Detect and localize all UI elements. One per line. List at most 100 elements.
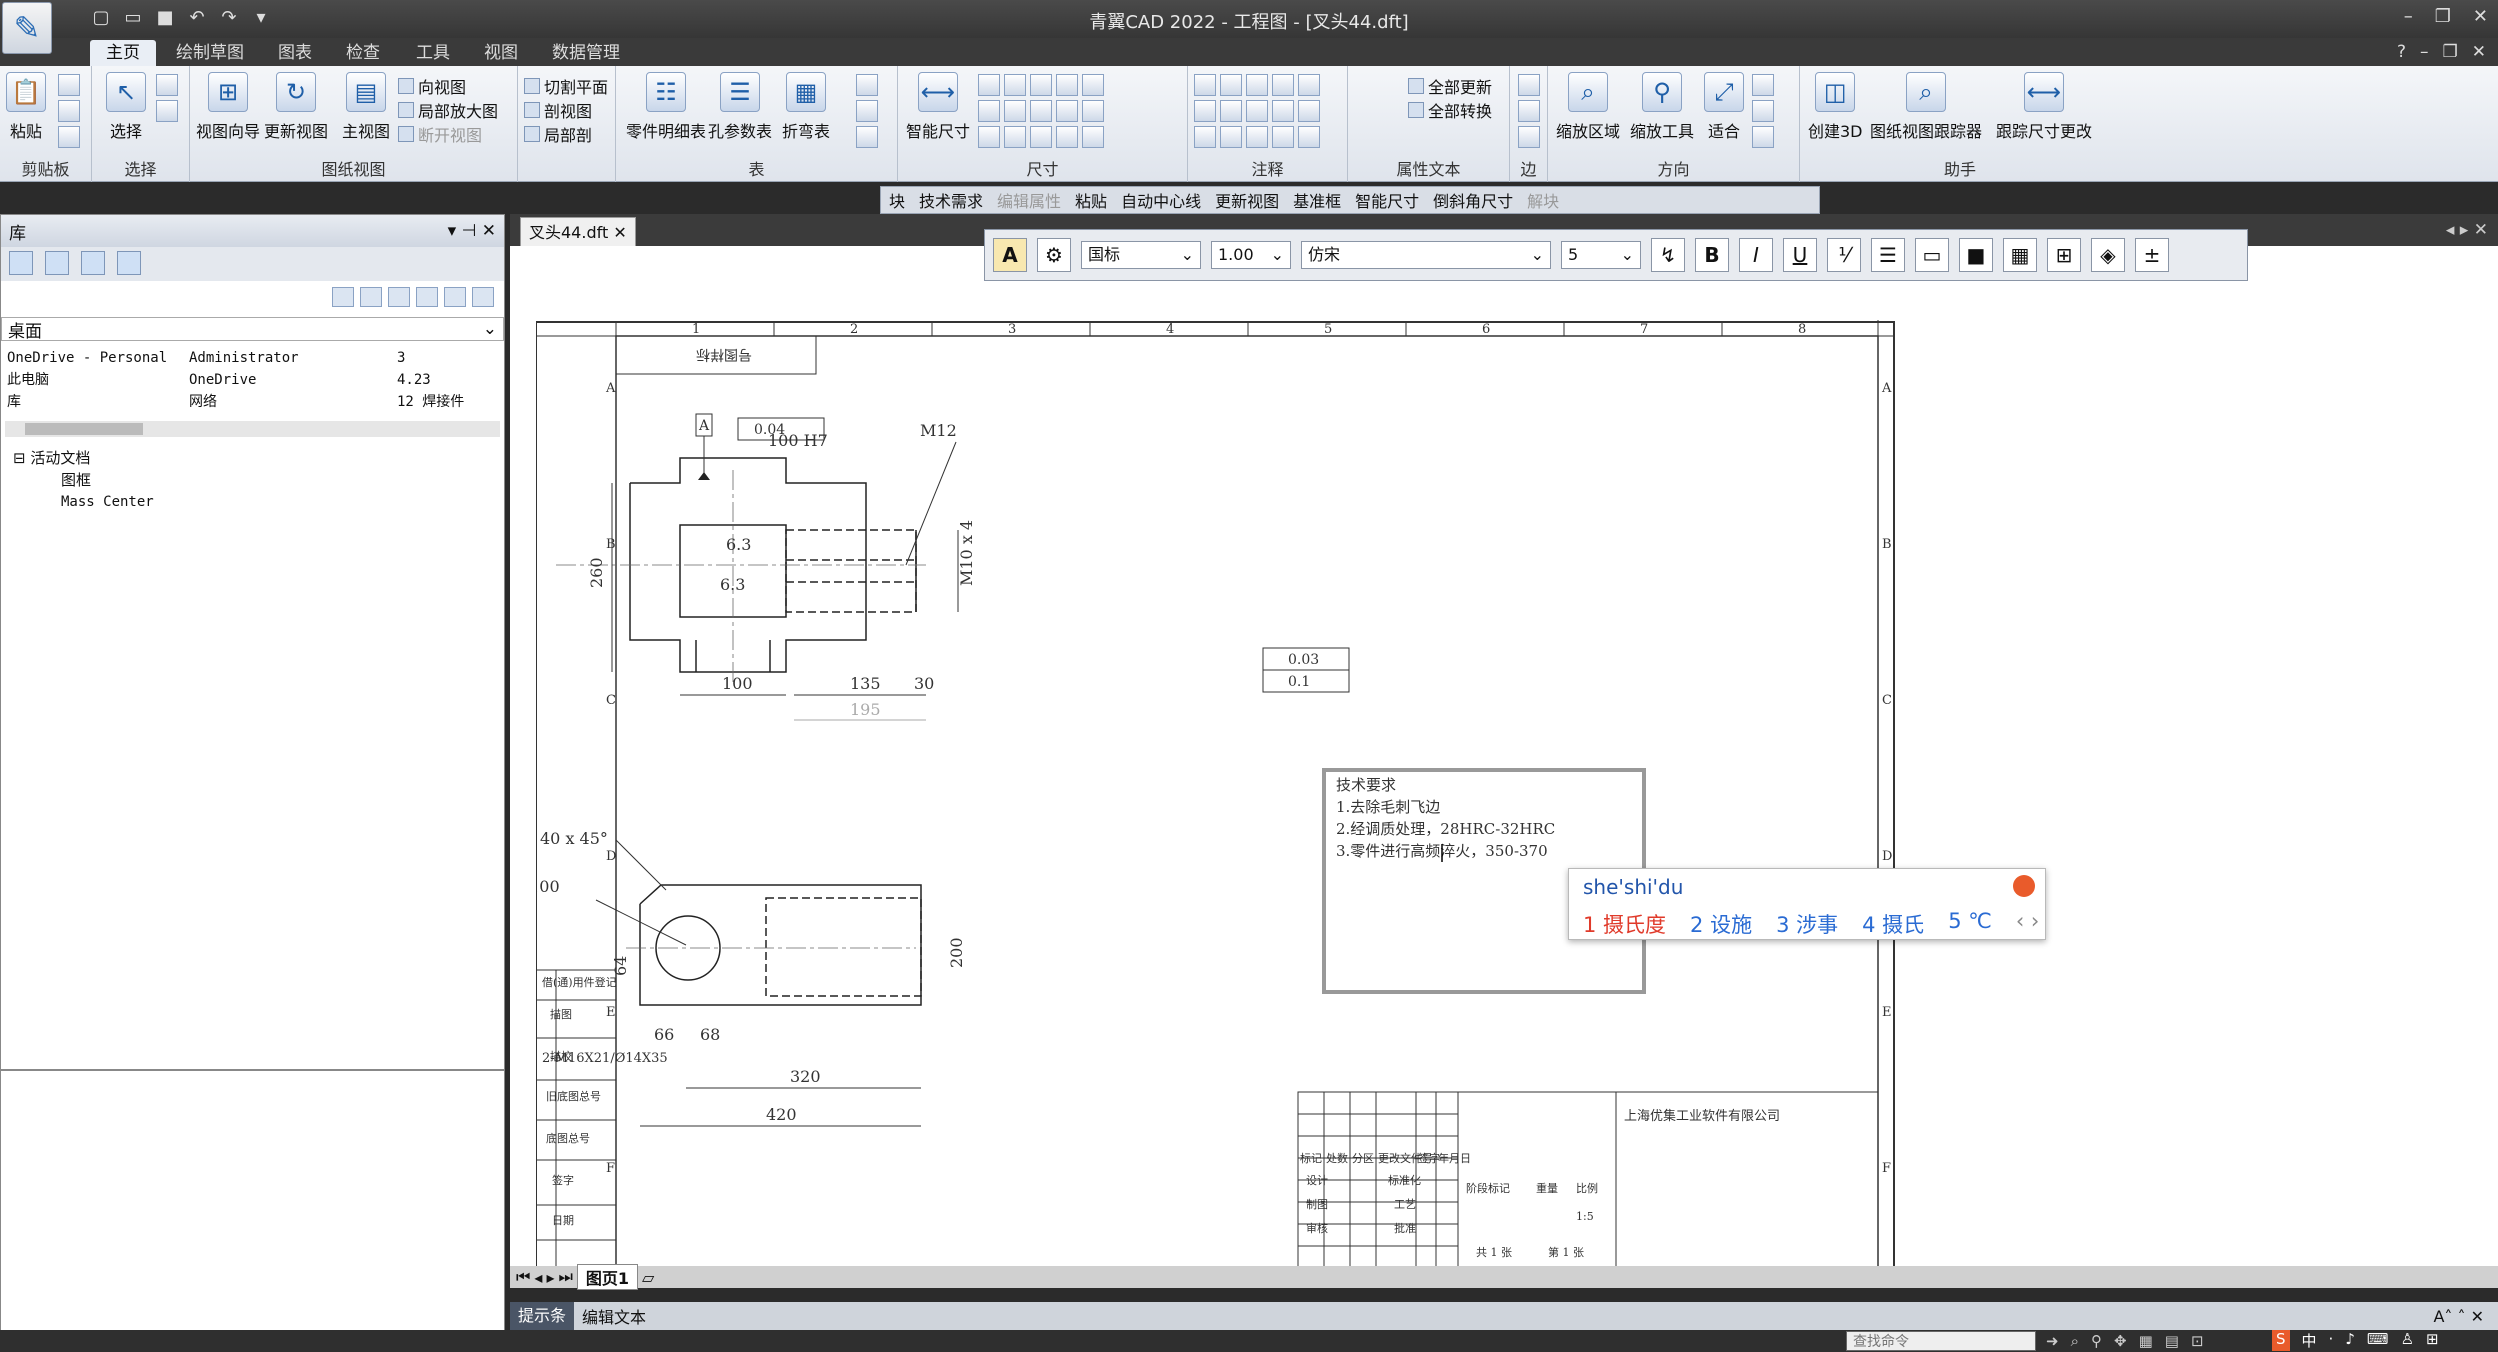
list-item[interactable]: 库 — [7, 391, 167, 413]
main-view-button[interactable]: ▤ 主视图 — [342, 72, 390, 142]
cutting-plane-button[interactable]: 切割平面 — [524, 74, 608, 98]
font-size-select[interactable]: 5 ⌄ — [1561, 241, 1641, 269]
track-dimension-button[interactable]: ⟷ 跟踪尺寸更改 — [1996, 72, 2092, 142]
prompt-controls[interactable]: A˄ ˄ ✕ — [2433, 1307, 2484, 1326]
keyboard-icon[interactable]: ⌨ — [2367, 1330, 2389, 1351]
new-folder-icon[interactable] — [416, 287, 438, 307]
ctx-unblock[interactable]: 解块 — [1527, 188, 1559, 212]
sogou-icon[interactable]: S — [2272, 1330, 2290, 1351]
list-item[interactable]: 此电脑 — [7, 369, 167, 391]
hole-table-button[interactable]: ☰ 孔参数表 — [708, 72, 772, 142]
list-item[interactable]: 3 — [397, 347, 464, 369]
dim-arc-icon[interactable] — [1082, 100, 1104, 122]
ctx-smart-dim[interactable]: 智能尺寸 — [1355, 188, 1419, 212]
edge-icon[interactable] — [1220, 126, 1242, 148]
punct-icon[interactable]: · — [2329, 1330, 2334, 1351]
help-library-icon[interactable] — [117, 251, 141, 275]
edge-style-icon[interactable] — [1518, 126, 1540, 148]
ime-candidate[interactable]: 5 ℃ — [1948, 909, 1992, 939]
text-style-icon[interactable]: A — [993, 238, 1027, 272]
list-item[interactable]: Administrator — [189, 347, 299, 369]
scale-select[interactable]: 1.00 ⌄ — [1211, 241, 1291, 269]
ctx-tech-req[interactable]: 技术需求 — [919, 188, 983, 212]
update-view-button[interactable]: ↻ 更新视图 — [264, 72, 328, 142]
copy-icon[interactable] — [58, 100, 80, 122]
ime-candidate[interactable]: 1 摄氏度 — [1583, 909, 1666, 939]
list-item[interactable]: OneDrive - Personal — [7, 347, 167, 369]
view-tracker-button[interactable]: ⌕ 图纸视图跟踪器 — [1870, 72, 1982, 142]
table-opt1-icon[interactable] — [856, 74, 878, 96]
restore-doc-icon[interactable]: ❐ — [2443, 42, 2458, 62]
cut-icon[interactable] — [58, 74, 80, 96]
section-view-button[interactable]: 剖视图 — [524, 98, 592, 122]
dim-diameter-icon[interactable] — [1056, 74, 1078, 96]
dim-linear-icon[interactable] — [978, 74, 1000, 96]
dim-ordinate-icon[interactable] — [1030, 100, 1052, 122]
ime-logo-icon[interactable] — [2013, 875, 2035, 897]
ime-candidate[interactable]: 4 摄氏 — [1862, 909, 1924, 939]
select-button[interactable]: ↖ 选择 — [106, 72, 146, 142]
font-standard-select[interactable]: 国标 ⌄ — [1081, 241, 1201, 269]
tab-view[interactable]: 视图 — [468, 40, 534, 66]
tab-tools[interactable]: 工具 — [400, 40, 466, 66]
ctx-paste[interactable]: 粘贴 — [1075, 188, 1107, 212]
datum-icon[interactable] — [1298, 74, 1320, 96]
list-item[interactable]: 网络 — [189, 391, 299, 413]
view-wizard-button[interactable]: ⊞ 视图向导 — [196, 72, 260, 142]
pan-icon[interactable] — [1752, 100, 1774, 122]
aux-view-button[interactable]: 向视图 — [398, 74, 466, 98]
paste-button[interactable]: 📋 粘贴 — [6, 72, 46, 142]
doc-tab[interactable]: 叉头44.dft ✕ — [520, 217, 636, 246]
stack-icon[interactable]: ⅟ — [1827, 238, 1861, 272]
edge-hide-icon[interactable] — [1518, 100, 1540, 122]
ime-page-arrows[interactable]: ‹ › — [2016, 909, 2039, 939]
create-3d-button[interactable]: ◫ 创建3D — [1808, 72, 1863, 142]
tab-home[interactable]: 主页 — [90, 40, 156, 66]
list-item[interactable]: 12 焊接件 — [397, 391, 464, 413]
callout-icon[interactable] — [1194, 126, 1216, 148]
dim-chain-icon[interactable] — [1004, 100, 1026, 122]
last-sheet-icon[interactable]: ⏭ — [558, 1267, 572, 1287]
grid-icon[interactable]: ▦ — [2139, 1332, 2153, 1350]
command-search-input[interactable] — [1846, 1331, 2036, 1351]
pan-view-icon[interactable]: ✥ — [2114, 1332, 2127, 1350]
weld-icon[interactable] — [1272, 74, 1294, 96]
font-select[interactable]: 仿宋 ⌄ — [1301, 241, 1551, 269]
zoom-tool-button[interactable]: ⚲ 缩放工具 — [1630, 72, 1694, 142]
table-opt2-icon[interactable] — [856, 100, 878, 122]
format-icon[interactable] — [58, 126, 80, 148]
previous-view-icon[interactable] — [1752, 126, 1774, 148]
underline-button[interactable]: U — [1783, 238, 1817, 272]
bolt-circle-icon[interactable] — [1272, 126, 1294, 148]
zoom-fit-icon[interactable]: ⌕ — [2071, 1332, 2079, 1350]
nav-up-icon[interactable] — [388, 287, 410, 307]
sheet-tab[interactable]: 图页1 — [576, 1264, 639, 1290]
horizontal-scrollbar[interactable] — [5, 421, 500, 437]
dim-tol-icon[interactable] — [978, 126, 1000, 148]
axis-icon[interactable] — [1298, 126, 1320, 148]
bold-button[interactable]: B — [1695, 238, 1729, 272]
broken-view-button[interactable]: 断开视图 — [398, 122, 482, 146]
dim-symmetric-icon[interactable] — [1056, 100, 1078, 122]
update-all-button[interactable]: 全部更新 — [1408, 74, 1492, 98]
view-mode-icon[interactable] — [444, 287, 466, 307]
help-icon[interactable]: ? — [2397, 42, 2406, 62]
size-adjust-icon[interactable]: ↯ — [1651, 238, 1685, 272]
prev-sheet-icon[interactable]: ◂ — [534, 1268, 542, 1287]
mic-icon[interactable]: ♪ — [2345, 1330, 2355, 1351]
toolbox-icon[interactable]: ⊞ — [2426, 1330, 2439, 1351]
text-icon[interactable] — [1272, 100, 1294, 122]
ime-candidate[interactable]: 3 涉事 — [1776, 909, 1838, 939]
location-dropdown[interactable]: 桌面 ⌄ — [1, 317, 504, 342]
frame-icon[interactable]: ▭ — [1915, 238, 1949, 272]
library-tab3-icon[interactable] — [81, 251, 105, 275]
chinese-mode-icon[interactable]: 中 — [2302, 1330, 2317, 1351]
select-filter-icon[interactable] — [156, 74, 178, 96]
tree-root[interactable]: ⊟ 活动文档 — [13, 447, 504, 469]
select-box-icon[interactable] — [156, 100, 178, 122]
symbol-icon[interactable] — [1246, 126, 1268, 148]
centerline-icon[interactable] — [1220, 100, 1242, 122]
list-item[interactable]: OneDrive — [189, 369, 299, 391]
first-sheet-icon[interactable]: ⏮ — [516, 1267, 530, 1287]
close-icon[interactable]: ✕ — [2473, 6, 2488, 27]
